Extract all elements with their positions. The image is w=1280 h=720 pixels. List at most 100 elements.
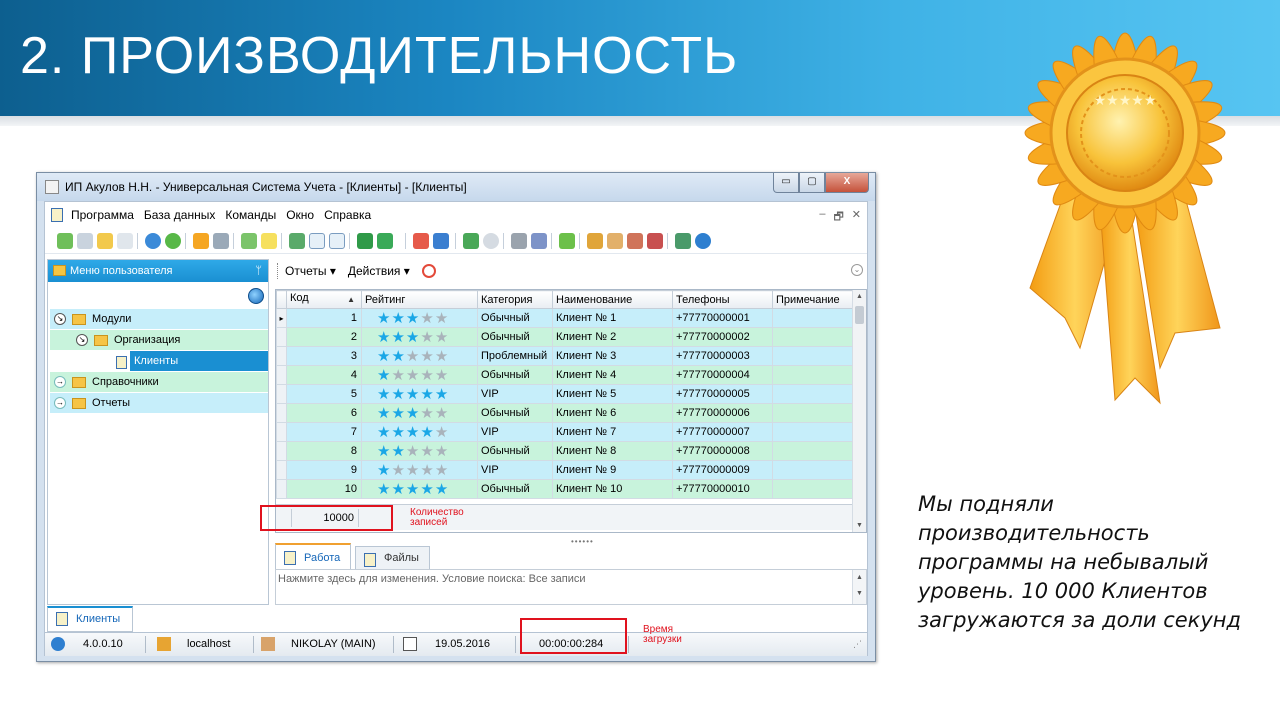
add-icon[interactable] [57, 233, 73, 249]
column-header-rating[interactable]: Рейтинг [361, 290, 478, 309]
filter-clear-icon[interactable] [213, 233, 229, 249]
mdi-close-button[interactable]: ✕ [852, 208, 861, 227]
table-row[interactable]: 9 ★ ★ ★ ★ ★ VIP Клиент № 9 +77770000009 [276, 460, 853, 480]
rating-stars[interactable]: ★ ★ ★ ★ ★ [365, 444, 477, 459]
user-icon[interactable] [607, 233, 623, 249]
tools-icon[interactable] [511, 233, 527, 249]
row-indicator [276, 327, 287, 347]
tree-item-modules[interactable]: ↘ Модули [50, 309, 268, 329]
stop-icon[interactable] [483, 233, 499, 249]
scroll-down-icon[interactable]: ▼ [856, 522, 863, 529]
table-row[interactable]: 4 ★ ★ ★ ★ ★ Обычный Клиент № 4 +77770000004 [276, 365, 853, 385]
rating-stars[interactable]: ★ ★ ★ ★ ★ [365, 406, 477, 421]
table-row[interactable]: 8 ★ ★ ★ ★ ★ Обычный Клиент № 8 +77770000008 [276, 441, 853, 461]
tree-item-organization[interactable]: ↘ Организация [50, 330, 268, 350]
menu-help[interactable]: Справка [324, 208, 371, 222]
grid-scrollbar[interactable]: ▲ ▼ [852, 290, 866, 532]
settings-icon[interactable] [531, 233, 547, 249]
tree-item-reports[interactable]: → Отчеты [50, 393, 268, 413]
window-titlebar[interactable]: ИП Акулов Н.Н. - Универсальная Система У… [37, 173, 875, 201]
edit-icon[interactable] [97, 233, 113, 249]
columns-icon[interactable] [289, 233, 305, 249]
collapse-icon[interactable]: ↘ [76, 334, 88, 346]
user-menu-pane: Меню пользователя ᛘ ↘ Модули ↘ Организац… [47, 259, 269, 605]
rating-stars[interactable]: ★ ★ ★ ★ ★ [365, 368, 477, 383]
column-header-label: Код [290, 291, 309, 304]
collapse-up-icon[interactable] [329, 233, 345, 249]
menu-window[interactable]: Окно [286, 208, 314, 222]
window-icon[interactable] [433, 233, 449, 249]
table-row[interactable]: 3 ★ ★ ★ ★ ★ Проблемный Клиент № 3 +77770000003 [276, 346, 853, 366]
search-condition-field[interactable]: Нажмите здесь для изменения. Условие пои… [275, 569, 867, 605]
mdi-restore-button[interactable]: 🗗 [833, 208, 843, 227]
table-row[interactable]: 5 ★ ★ ★ ★ ★ VIP Клиент № 5 +77770000005 [276, 384, 853, 404]
expand-down-icon[interactable] [309, 233, 325, 249]
delete-icon[interactable] [117, 233, 133, 249]
column-header-phones[interactable]: Телефоны [672, 290, 773, 309]
copy-icon[interactable] [77, 233, 93, 249]
book-icon[interactable] [675, 233, 691, 249]
rating-stars[interactable]: ★ ★ ★ ★ ★ [365, 330, 477, 345]
menu-program[interactable]: Программа [71, 208, 134, 222]
check-icon[interactable] [559, 233, 575, 249]
excel-import-icon[interactable] [377, 233, 393, 249]
reports-dropdown[interactable]: Отчеты ▾ [285, 264, 336, 278]
actions-dropdown[interactable]: Действия ▾ [348, 264, 410, 278]
rating-stars[interactable]: ★ ★ ★ ★ ★ [365, 349, 477, 364]
column-header-code[interactable]: Код ▲ [286, 290, 362, 309]
rating-stars[interactable]: ★ ★ ★ ★ ★ [365, 463, 477, 478]
users-icon[interactable] [627, 233, 643, 249]
expand-icon[interactable]: → [54, 397, 66, 409]
slide-title: 2. ПРОИЗВОДИТЕЛЬНОСТЬ [20, 27, 739, 85]
plugin-icon[interactable] [647, 233, 663, 249]
mdi-minimize-button[interactable]: – [819, 208, 825, 227]
chevron-down-icon[interactable]: ⌄ [851, 264, 863, 276]
scroll-up-icon[interactable]: ▲ [856, 293, 863, 300]
resize-grip-icon[interactable]: ⋰ [853, 633, 862, 656]
column-header-category[interactable]: Категория [477, 290, 553, 309]
tree-item-clients[interactable]: Клиенты [116, 351, 268, 371]
rating-stars[interactable]: ★ ★ ★ ★ ★ [365, 387, 477, 402]
info-icon[interactable] [695, 233, 711, 249]
cell-phone: +77770000006 [672, 403, 773, 423]
table-row[interactable]: 6 ★ ★ ★ ★ ★ Обычный Клиент № 6 +77770000006 [276, 403, 853, 423]
collapse-icon[interactable]: ↘ [54, 313, 66, 325]
column-header-note[interactable]: Примечание [772, 290, 853, 309]
refresh-icon[interactable] [421, 264, 436, 278]
tab-files[interactable]: Файлы [355, 546, 430, 569]
column-header-name[interactable]: Наименование [552, 290, 673, 309]
refresh-icon[interactable] [165, 233, 181, 249]
star-icon: ★ [377, 423, 391, 441]
table-row[interactable]: 2 ★ ★ ★ ★ ★ Обычный Клиент № 2 +77770000002 [276, 327, 853, 347]
maximize-button[interactable]: ▢ [799, 173, 825, 193]
search-icon[interactable] [145, 233, 161, 249]
tab-work[interactable]: Работа [275, 543, 352, 569]
exit-icon[interactable] [463, 233, 479, 249]
condition-scrollbar[interactable]: ▲ ▼ [852, 570, 866, 604]
menu-database[interactable]: База данных [144, 208, 215, 222]
expand-icon[interactable]: → [54, 376, 66, 388]
scroll-thumb[interactable] [855, 306, 864, 324]
table-row[interactable]: 7 ★ ★ ★ ★ ★ VIP Клиент № 7 +77770000007 [276, 422, 853, 442]
document-icon [56, 612, 68, 626]
rating-stars[interactable]: ★ ★ ★ ★ ★ [365, 311, 477, 326]
close-button[interactable]: X [825, 173, 869, 193]
star-icon: ★ [434, 423, 449, 441]
add-child-icon[interactable] [241, 233, 257, 249]
pin-icon[interactable]: ᛘ [255, 260, 262, 282]
note-icon[interactable] [261, 233, 277, 249]
tab-clients-window[interactable]: Клиенты [47, 606, 133, 632]
minimize-button[interactable]: ▭ [773, 173, 799, 193]
new-window-icon[interactable] [413, 233, 429, 249]
table-row[interactable]: ▸ 1 ★ ★ ★ ★ ★ Обычный Клиент № 1 +77770000001 [276, 308, 853, 328]
excel-export-icon[interactable] [357, 233, 373, 249]
menu-commands[interactable]: Команды [225, 208, 276, 222]
table-row[interactable]: 10 ★ ★ ★ ★ ★ Обычный Клиент № 10 +77770000010 [276, 479, 853, 499]
search-icon[interactable] [248, 288, 264, 304]
caption-line: уровень. 10 000 Клиентов [918, 579, 1208, 603]
lock-icon[interactable] [587, 233, 603, 249]
filter-icon[interactable] [193, 233, 209, 249]
rating-stars[interactable]: ★ ★ ★ ★ ★ [365, 425, 477, 440]
tree-item-directories[interactable]: → Справочники [50, 372, 268, 392]
rating-stars[interactable]: ★ ★ ★ ★ ★ [365, 482, 477, 497]
